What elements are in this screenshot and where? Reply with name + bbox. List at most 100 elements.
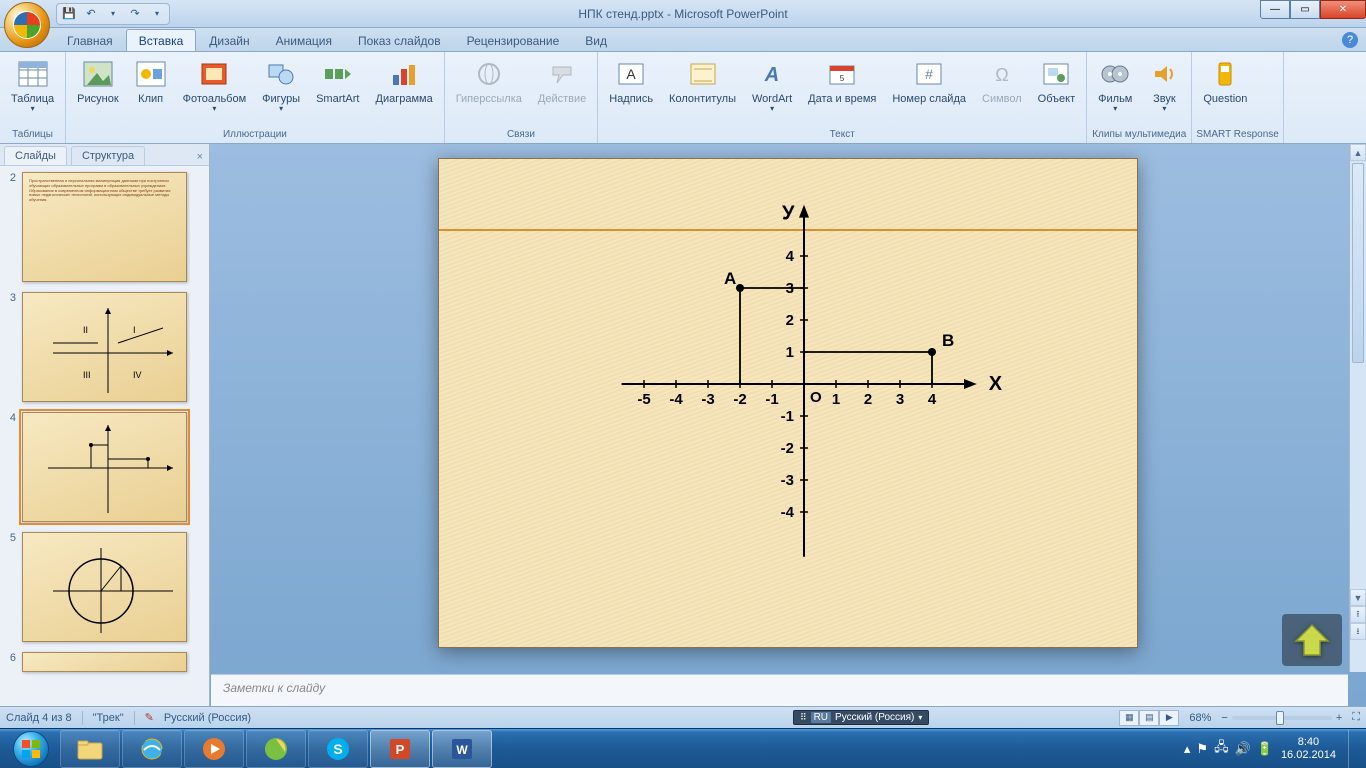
wordart-button[interactable]: AWordArt▾ <box>745 54 799 118</box>
svg-text:B: B <box>942 331 954 350</box>
album-button[interactable]: Фотоальбом▾ <box>176 54 254 118</box>
task-word[interactable]: W <box>432 730 492 768</box>
slide-thumb-2[interactable]: Пространственная и персональная манипуля… <box>22 172 187 282</box>
ie-icon <box>139 736 165 762</box>
tab-review[interactable]: Рецензирование <box>454 29 573 51</box>
clipart-button[interactable]: Клип <box>128 54 174 109</box>
spellcheck-icon[interactable]: ✎ <box>145 711 154 724</box>
zoom-in-icon[interactable]: + <box>1336 712 1342 724</box>
thumbnail-list[interactable]: 2 Пространственная и персональная манипу… <box>0 166 209 706</box>
network-icon[interactable]: 🖧 <box>1214 738 1229 760</box>
redo-icon[interactable]: ↷ <box>127 6 143 22</box>
undo-icon[interactable]: ↶ <box>83 6 99 22</box>
thumb-row[interactable]: 5 <box>4 532 201 642</box>
view-slideshow-icon[interactable]: ▶ <box>1159 710 1179 726</box>
svg-text:X: X <box>989 373 1003 395</box>
editor-scrollbar[interactable]: ▲ ▼ ⭱ ⭳ <box>1349 144 1366 672</box>
tab-view[interactable]: Вид <box>572 29 620 51</box>
tab-animations[interactable]: Анимация <box>263 29 345 51</box>
zoom-slider[interactable]: − + <box>1221 712 1342 724</box>
datetime-button[interactable]: 5Дата и время <box>801 54 883 109</box>
prev-slide-icon[interactable]: ⭱ <box>1350 606 1366 623</box>
clock[interactable]: 8:40 16.02.2014 <box>1281 736 1336 761</box>
scroll-up-icon[interactable]: ▲ <box>1350 144 1366 161</box>
table-icon <box>17 58 49 90</box>
slide-thumb-3[interactable]: III IIIIV <box>22 292 187 402</box>
task-powerpoint[interactable]: P <box>370 730 430 768</box>
tray-icons[interactable]: ▴ ⚑ 🖧 🔊 🔋 <box>1184 738 1273 760</box>
up-arrow-overlay-icon[interactable] <box>1282 614 1342 666</box>
question-button[interactable]: Question <box>1196 54 1254 109</box>
textbox-icon: A <box>615 58 647 90</box>
zoom-track[interactable] <box>1232 716 1332 720</box>
question-icon <box>1209 58 1241 90</box>
textbox-button[interactable]: AНадпись <box>602 54 660 109</box>
explorer-icon <box>76 737 104 761</box>
battery-icon[interactable]: 🔋 <box>1257 741 1273 757</box>
powerpoint-icon: P <box>387 736 413 762</box>
view-normal-icon[interactable]: ▦ <box>1119 710 1139 726</box>
ribbon: Таблица ▾ Таблицы Рисунок Клип Фотоальбо… <box>0 52 1366 144</box>
thumb-row[interactable]: 6 <box>4 652 201 672</box>
save-icon[interactable]: 💾 <box>61 6 77 22</box>
tab-slideshow[interactable]: Показ слайдов <box>345 29 454 51</box>
headerfooter-icon <box>687 58 719 90</box>
shapes-button[interactable]: Фигуры▾ <box>255 54 307 118</box>
picture-button[interactable]: Рисунок <box>70 54 126 109</box>
thumb-row[interactable]: 3 III IIIIV <box>4 292 201 402</box>
object-button[interactable]: Объект <box>1031 54 1082 109</box>
thumb-row[interactable]: 4 <box>4 412 201 522</box>
language-indicator[interactable]: ⠿ RU Русский (Россия) ▾ <box>793 710 929 725</box>
svg-text:II: II <box>83 325 88 335</box>
start-button[interactable] <box>4 729 58 768</box>
slide-thumb-4[interactable] <box>22 412 187 522</box>
zoom-out-icon[interactable]: − <box>1221 712 1227 724</box>
group-illustrations: Рисунок Клип Фотоальбом▾ Фигуры▾ SmartAr… <box>66 52 445 143</box>
movie-button[interactable]: Фильм▾ <box>1091 54 1139 118</box>
thumb-row[interactable]: 2 Пространственная и персональная манипу… <box>4 172 201 282</box>
qat-customize-icon[interactable]: ▾ <box>149 6 165 22</box>
chart-button[interactable]: Диаграмма <box>369 54 440 109</box>
task-browser[interactable] <box>246 730 306 768</box>
notes-placeholder[interactable]: Заметки к слайду <box>211 674 1348 706</box>
status-language[interactable]: Русский (Россия) <box>164 712 251 724</box>
tab-design[interactable]: Дизайн <box>196 29 262 51</box>
pane-tab-slides[interactable]: Слайды <box>4 146 67 165</box>
sound-button[interactable]: Звук▾ <box>1141 54 1187 118</box>
slide-thumb-5[interactable] <box>22 532 187 642</box>
zoom-grip[interactable] <box>1276 711 1284 725</box>
flag-icon[interactable]: ⚑ <box>1196 741 1208 757</box>
volume-icon[interactable]: 🔊 <box>1235 741 1251 757</box>
task-skype[interactable]: S <box>308 730 368 768</box>
show-desktop-button[interactable] <box>1348 730 1356 768</box>
table-button[interactable]: Таблица ▾ <box>4 54 61 118</box>
undo-dropdown-icon[interactable]: ▾ <box>105 6 121 22</box>
fit-to-window-icon[interactable]: ⛶ <box>1352 711 1360 724</box>
picture-icon <box>82 58 114 90</box>
pane-tab-outline[interactable]: Структура <box>71 146 145 165</box>
tab-home[interactable]: Главная <box>54 29 126 51</box>
smartart-button[interactable]: SmartArt <box>309 54 366 109</box>
tray-up-icon[interactable]: ▴ <box>1184 741 1191 757</box>
slide-thumb-6[interactable] <box>22 652 187 672</box>
task-ie[interactable] <box>122 730 182 768</box>
task-mediaplayer[interactable] <box>184 730 244 768</box>
task-explorer[interactable] <box>60 730 120 768</box>
close-button[interactable]: ✕ <box>1320 0 1366 19</box>
next-slide-icon[interactable]: ⭳ <box>1350 623 1366 640</box>
maximize-button[interactable]: ▭ <box>1290 0 1320 19</box>
pane-close-icon[interactable]: × <box>197 151 203 165</box>
view-sorter-icon[interactable]: ▤ <box>1139 710 1159 726</box>
svg-text:-2: -2 <box>733 391 746 408</box>
scroll-down-icon[interactable]: ▼ <box>1350 589 1366 606</box>
scroll-thumb[interactable] <box>1352 163 1364 363</box>
zoom-level[interactable]: 68% <box>1189 712 1211 724</box>
headerfooter-button[interactable]: Колонтитулы <box>662 54 743 109</box>
thumb-text: Пространственная и персональная манипуля… <box>23 173 186 209</box>
help-icon[interactable]: ? <box>1342 32 1358 48</box>
slide-canvas[interactable]: -5-4-3-2-11234-4-3-2-11234XУOAB <box>438 158 1138 648</box>
office-button[interactable] <box>4 2 50 48</box>
minimize-button[interactable]: — <box>1260 0 1290 19</box>
tab-insert[interactable]: Вставка <box>126 29 197 51</box>
slidenum-button[interactable]: #Номер слайда <box>885 54 973 109</box>
